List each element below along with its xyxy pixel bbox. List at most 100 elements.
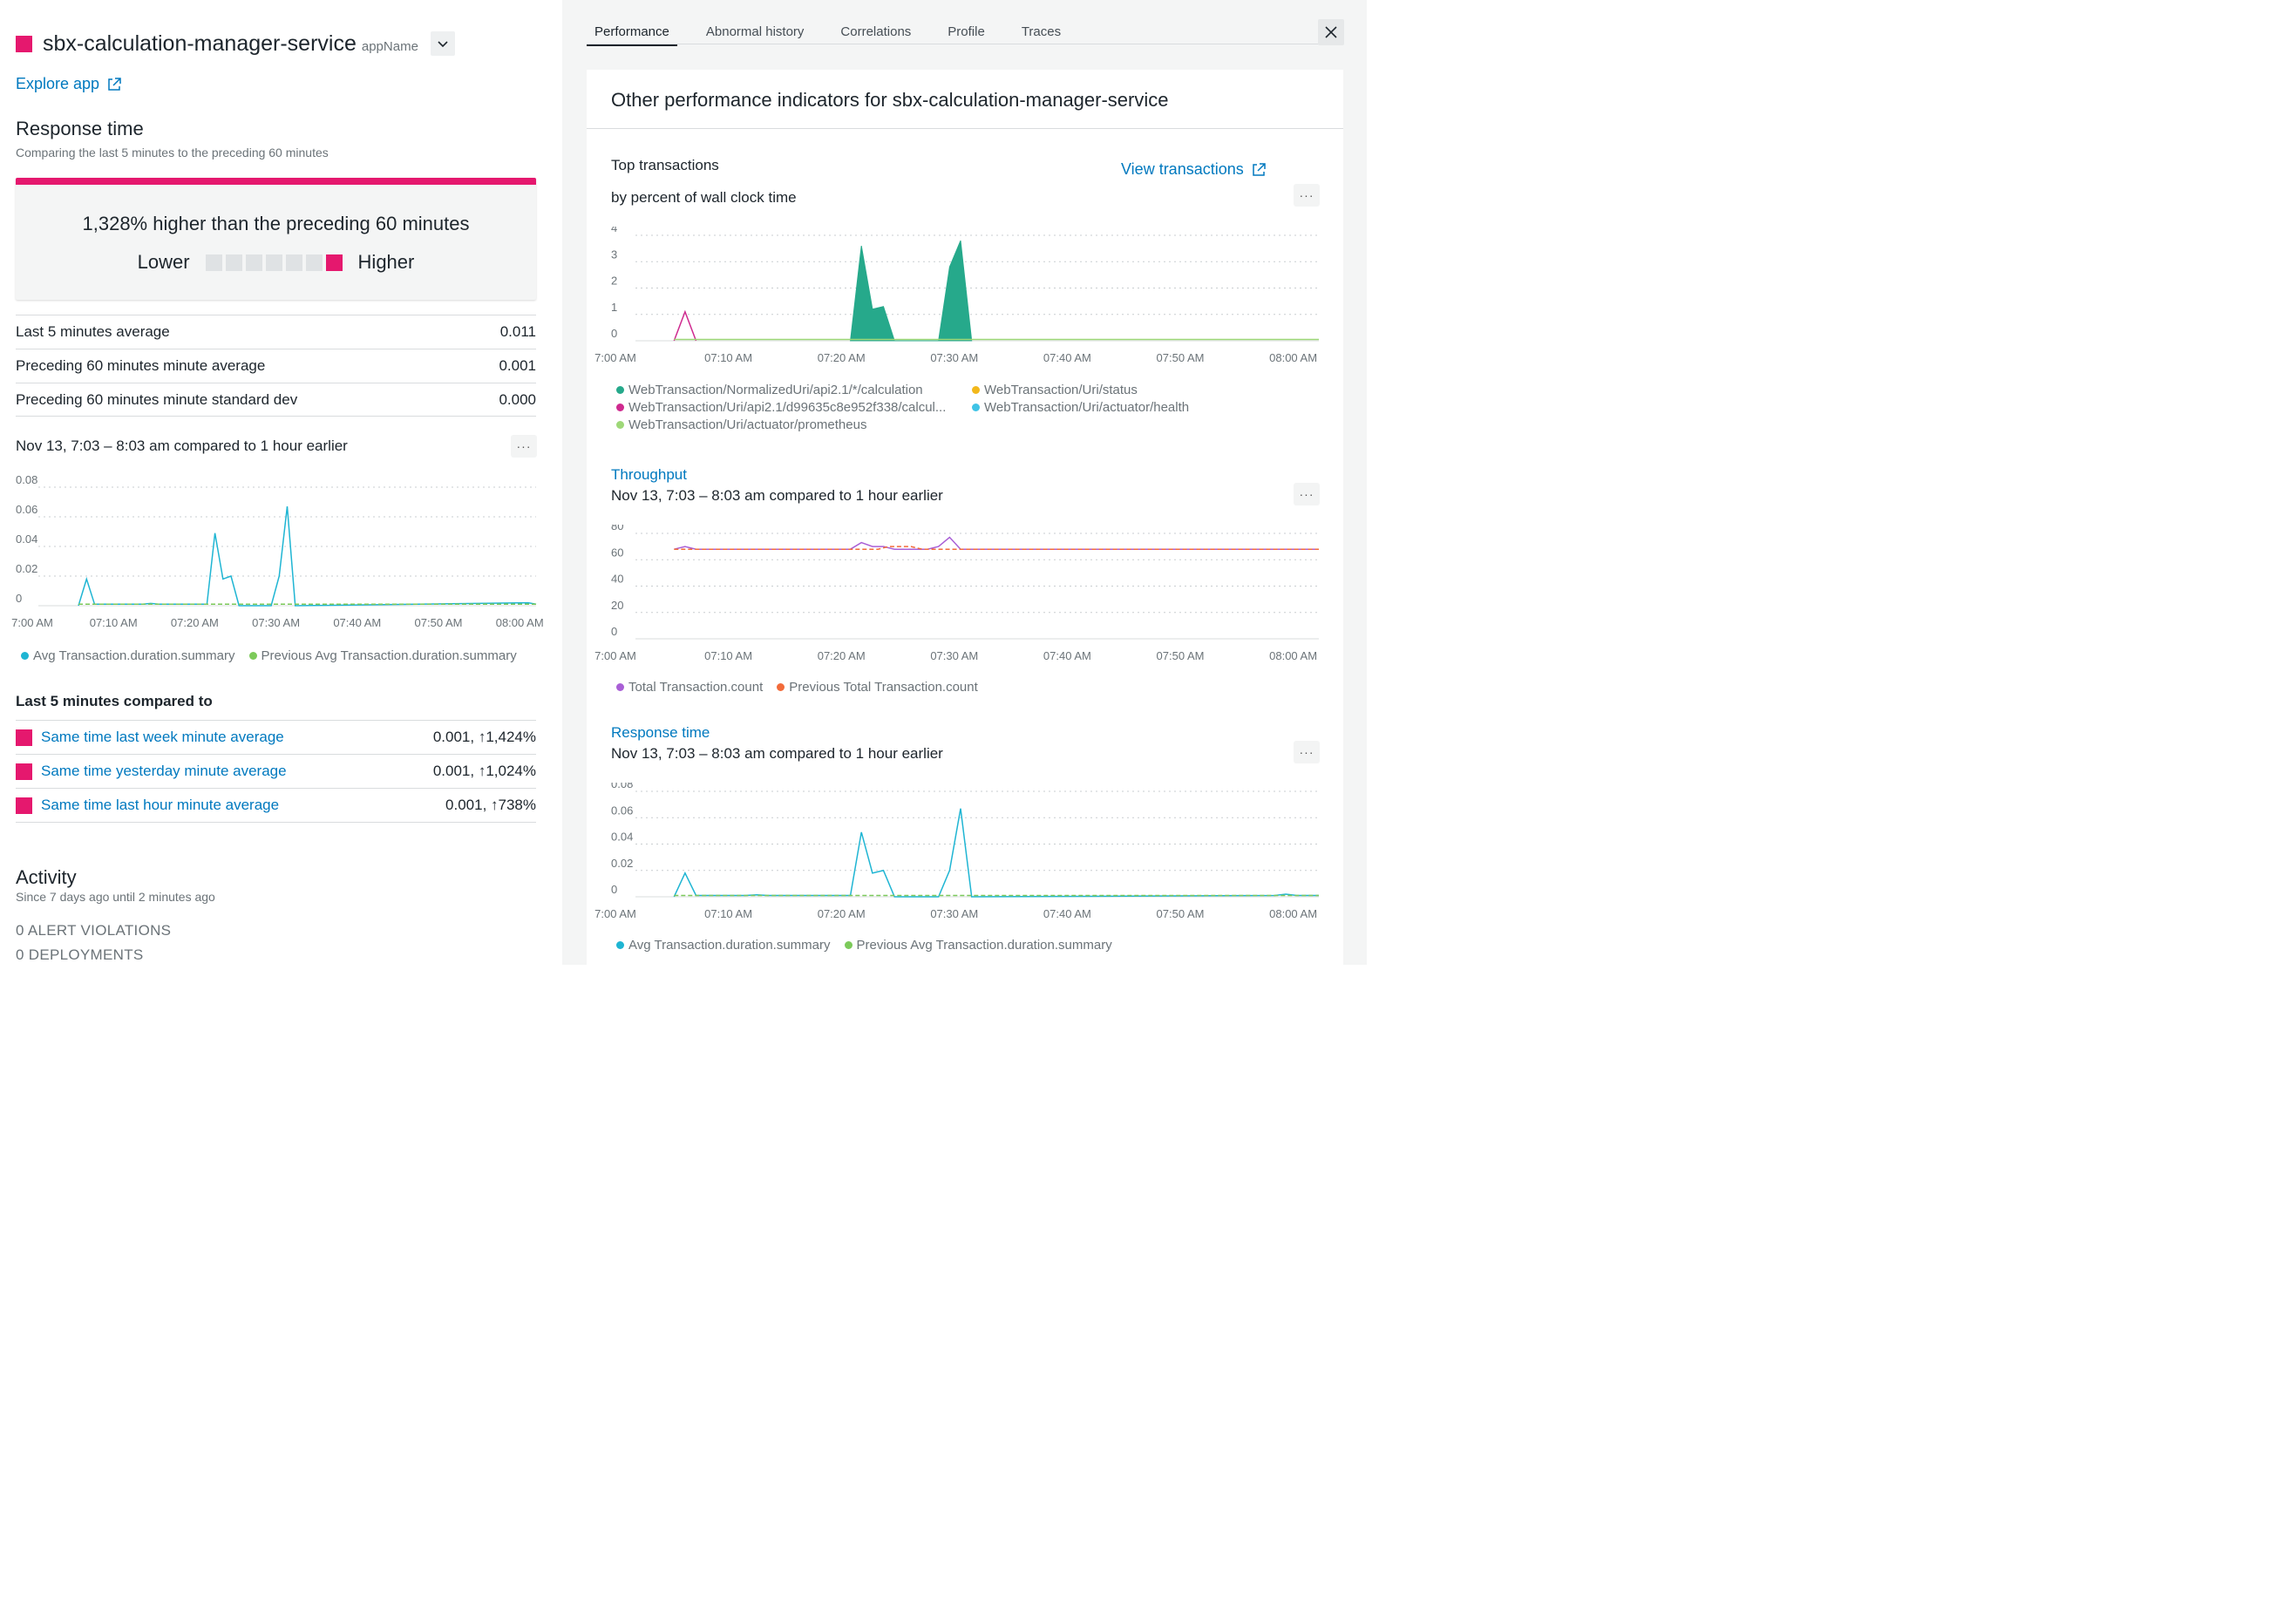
scale-box bbox=[305, 254, 323, 271]
y-tick-label: 0.04 bbox=[611, 831, 633, 844]
legend-label: Previous Avg Transaction.duration.summar… bbox=[261, 648, 517, 663]
scale-box bbox=[265, 254, 282, 271]
legend-label: Avg Transaction.duration.summary bbox=[628, 938, 831, 953]
response-time-title[interactable]: Response time bbox=[611, 724, 710, 742]
chart-menu-button[interactable]: ··· bbox=[511, 435, 537, 458]
performance-panel: Performance Abnormal history Correlation… bbox=[562, 0, 1367, 976]
app-dropdown-button[interactable] bbox=[430, 31, 455, 56]
indicators-card: Other performance indicators for sbx-cal… bbox=[587, 70, 1343, 976]
y-tick-label: 0.06 bbox=[611, 804, 633, 817]
chart-menu-button[interactable]: ··· bbox=[1294, 483, 1320, 505]
scale-higher-label: Higher bbox=[357, 251, 415, 273]
legend-item[interactable]: Avg Transaction.duration.summary bbox=[21, 648, 235, 663]
legend-dot bbox=[616, 386, 624, 394]
top-transactions-chart: 4 3 2 1 0 7:00 AM 07:10 AM 07:20 AM 07:30 AM 07:4… bbox=[594, 227, 1319, 364]
legend-label: Previous Avg Transaction.duration.summar… bbox=[856, 938, 1112, 953]
x-tick-label: 08:00 AM bbox=[496, 616, 544, 629]
comparison-value: 0.001, ↑1,424% bbox=[432, 729, 536, 745]
legend-item[interactable]: Previous Avg Transaction.duration.summar… bbox=[844, 938, 1112, 953]
comparison-link[interactable]: Same time last hour minute average bbox=[41, 797, 445, 814]
x-tick-label: 07:30 AM bbox=[930, 351, 978, 364]
y-tick-label: 1 bbox=[611, 301, 617, 314]
tab-performance[interactable]: Performance bbox=[587, 17, 677, 46]
x-tick-label: 07:20 AM bbox=[171, 616, 219, 629]
x-tick-label: 07:40 AM bbox=[1043, 351, 1091, 364]
y-tick-label: 4 bbox=[611, 227, 617, 234]
comparison-card: 1,328% higher than the preceding 60 minu… bbox=[16, 178, 536, 300]
x-tick-label: 07:50 AM bbox=[1157, 649, 1205, 662]
response-time-caption: Nov 13, 7:03 – 8:03 am compared to 1 hou… bbox=[611, 745, 943, 762]
y-tick-label: 0.02 bbox=[16, 562, 37, 575]
y-tick-label: 60 bbox=[611, 546, 623, 559]
panel-tabs: Performance Abnormal history Correlation… bbox=[587, 17, 1069, 46]
y-tick-label: 20 bbox=[611, 599, 623, 612]
tab-abnormal-history[interactable]: Abnormal history bbox=[698, 17, 812, 46]
scale-box bbox=[285, 254, 302, 271]
explore-app-link[interactable]: Explore app bbox=[16, 75, 122, 93]
response-time-chart: 0.08 0.06 0.04 0.02 0 7:00 AM 07:10 AM 07:20 AM… bbox=[594, 783, 1319, 920]
legend-dot bbox=[616, 421, 624, 429]
stat-label: Preceding 60 minutes minute average bbox=[16, 357, 266, 374]
chart-menu-button[interactable]: ··· bbox=[1294, 184, 1320, 207]
x-tick-label: 7:00 AM bbox=[594, 907, 636, 920]
stat-row: Preceding 60 minutes minute average 0.00… bbox=[16, 349, 536, 383]
throughput-chart: 80 60 40 20 0 7:00 AM 07:10 AM 07:20 AM 07:30 AM… bbox=[594, 525, 1319, 662]
x-tick-label: 08:00 AM bbox=[1269, 649, 1317, 662]
legend-item[interactable]: WebTransaction/Uri/actuator/health bbox=[972, 400, 1189, 415]
stat-value: 0.011 bbox=[499, 323, 536, 340]
scale-box bbox=[205, 254, 222, 271]
external-link-icon bbox=[1253, 162, 1266, 176]
legend-dot bbox=[972, 386, 980, 394]
x-tick-label: 07:10 AM bbox=[704, 907, 752, 920]
x-tick-label: 7:00 AM bbox=[594, 649, 636, 662]
explore-app-label: Explore app bbox=[16, 75, 100, 92]
tab-profile[interactable]: Profile bbox=[940, 17, 993, 46]
y-tick-label: 0 bbox=[16, 592, 22, 605]
legend-dot bbox=[248, 652, 257, 660]
y-tick-label: 80 bbox=[611, 525, 623, 532]
response-time-subheading: Comparing the last 5 minutes to the prec… bbox=[16, 146, 329, 159]
tab-correlations[interactable]: Correlations bbox=[832, 17, 919, 46]
legend-item[interactable]: WebTransaction/Uri/actuator/prometheus bbox=[616, 417, 866, 432]
y-tick-label: 2 bbox=[611, 275, 617, 288]
comparison-link[interactable]: Same time yesterday minute average bbox=[41, 763, 433, 780]
tab-traces[interactable]: Traces bbox=[1014, 17, 1069, 46]
view-transactions-link[interactable]: View transactions bbox=[1121, 160, 1267, 179]
legend-item[interactable]: Avg Transaction.duration.summary bbox=[616, 938, 831, 953]
comparison-row: Same time yesterday minute average 0.001… bbox=[16, 755, 536, 789]
scale-lower-label: Lower bbox=[137, 251, 190, 273]
y-tick-label: 0 bbox=[611, 625, 617, 638]
comparison-link[interactable]: Same time last week minute average bbox=[41, 729, 433, 746]
throughput-title[interactable]: Throughput bbox=[611, 466, 687, 484]
stat-value: 0.001 bbox=[499, 357, 536, 374]
comparison-value: 0.001, ↑738% bbox=[445, 797, 536, 813]
legend-label: WebTransaction/NormalizedUri/api2.1/*/ca… bbox=[628, 383, 923, 397]
status-square bbox=[16, 35, 32, 52]
scale-boxes bbox=[204, 254, 344, 271]
chart-legend: Total Transaction.count Previous Total T… bbox=[616, 680, 978, 695]
legend-label: Total Transaction.count bbox=[628, 680, 764, 695]
y-tick-label: 0 bbox=[611, 327, 617, 340]
top-transactions-subtitle: by percent of wall clock time bbox=[611, 189, 797, 206]
alert-violations[interactable]: 0 ALERT VIOLATIONS bbox=[16, 922, 171, 939]
legend-item[interactable]: WebTransaction/Uri/status bbox=[972, 383, 1138, 397]
legend-label: Avg Transaction.duration.summary bbox=[33, 648, 235, 663]
indicators-heading: Other performance indicators for sbx-cal… bbox=[587, 70, 1343, 129]
stat-value: 0.000 bbox=[499, 390, 536, 408]
legend-item[interactable]: WebTransaction/NormalizedUri/api2.1/*/ca… bbox=[616, 383, 956, 397]
deployments[interactable]: 0 DEPLOYMENTS bbox=[16, 946, 144, 964]
legend-label: WebTransaction/Uri/actuator/prometheus bbox=[628, 417, 867, 432]
series-area-0 bbox=[850, 240, 973, 342]
x-tick-label: 07:30 AM bbox=[252, 616, 300, 629]
legend-item[interactable]: Total Transaction.count bbox=[616, 680, 763, 695]
close-button[interactable] bbox=[1318, 19, 1344, 45]
scale-box bbox=[245, 254, 262, 271]
throughput-caption: Nov 13, 7:03 – 8:03 am compared to 1 hou… bbox=[611, 487, 943, 504]
response-time-heading: Response time bbox=[16, 118, 144, 139]
legend-item[interactable]: Previous Avg Transaction.duration.summar… bbox=[248, 648, 517, 663]
legend-item[interactable]: Previous Total Transaction.count bbox=[777, 680, 978, 695]
legend-item[interactable]: WebTransaction/Uri/api2.1/d99635c8e952f3… bbox=[616, 400, 956, 415]
legend-dot bbox=[616, 404, 624, 411]
legend-dot bbox=[777, 683, 785, 691]
chart-menu-button[interactable]: ··· bbox=[1294, 741, 1320, 763]
